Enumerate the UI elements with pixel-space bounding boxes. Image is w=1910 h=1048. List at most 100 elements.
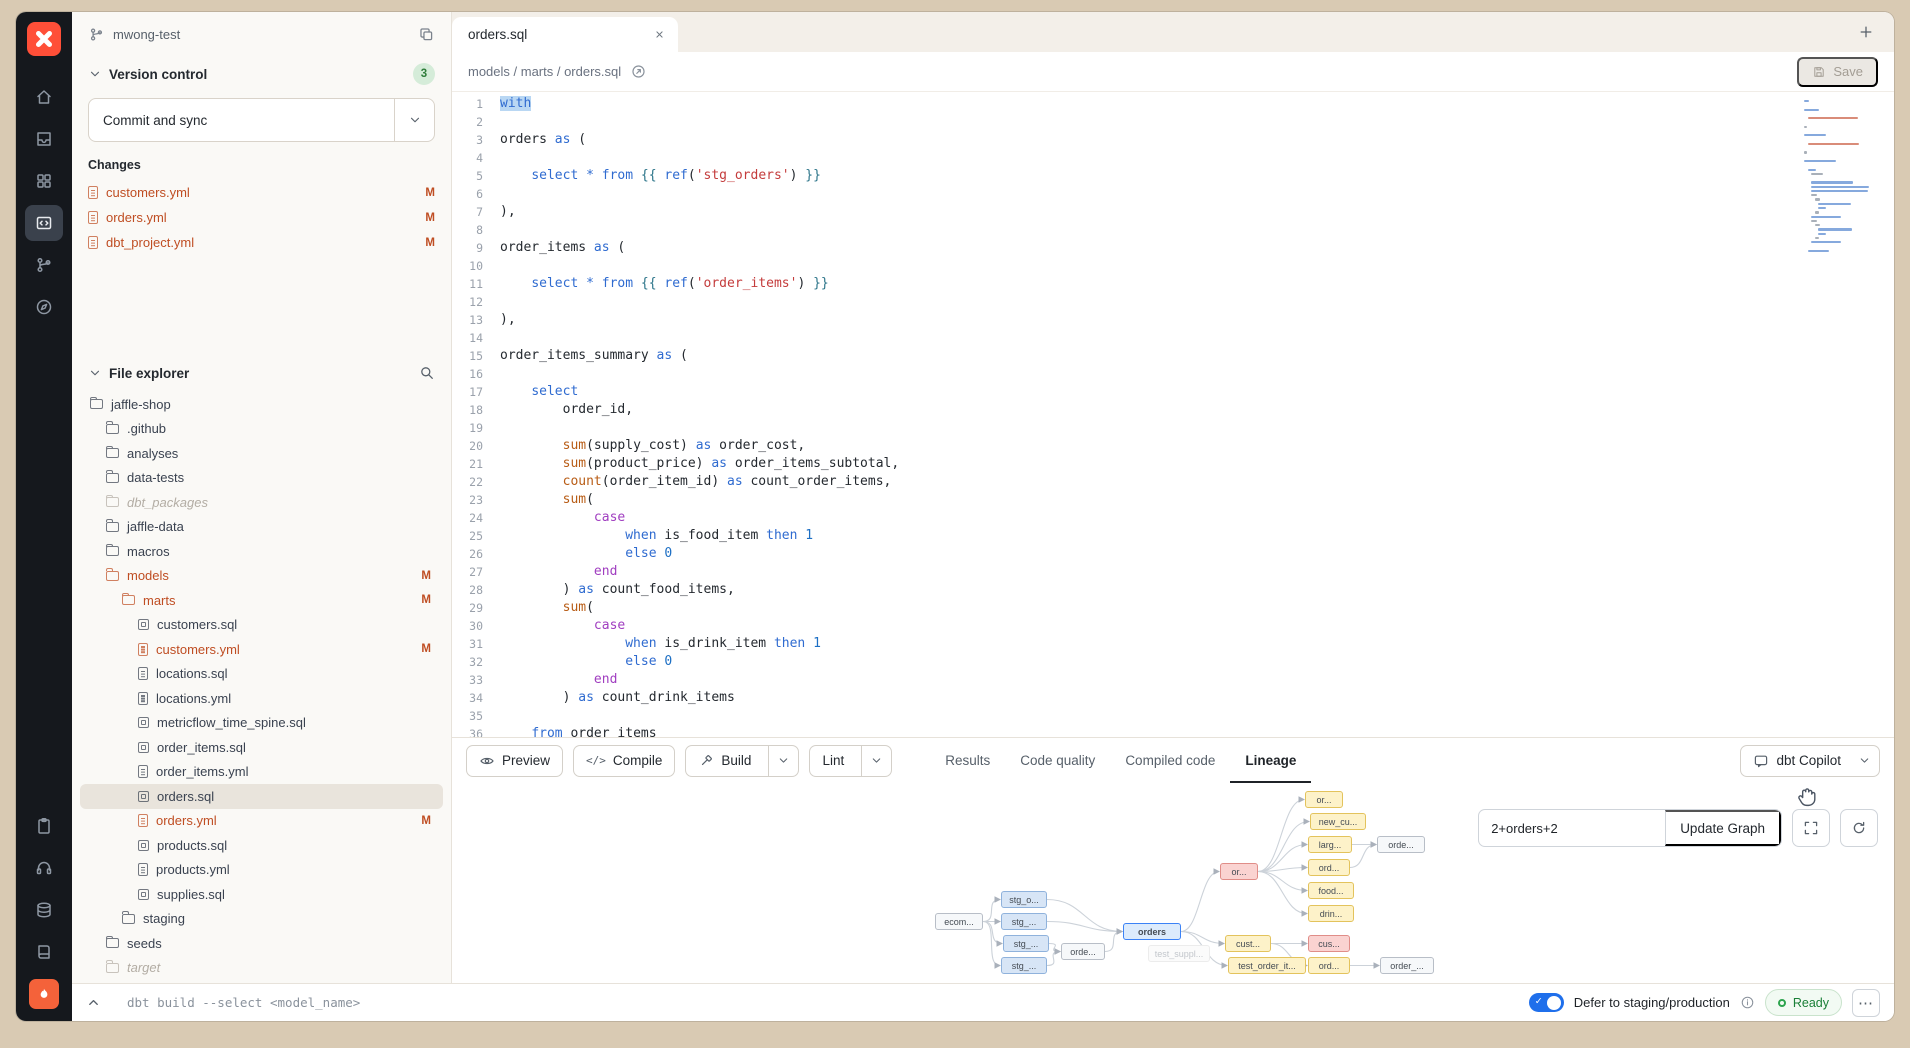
lineage-node-cus-[interactable]: cus... — [1308, 935, 1350, 952]
search-icon[interactable] — [419, 365, 435, 381]
tree-item-metricflow-time-spine-sql[interactable]: metricflow_time_spine.sql — [80, 711, 443, 736]
lineage-node-orde-[interactable]: orde... — [1377, 836, 1425, 853]
lineage-node-larg-[interactable]: larg... — [1308, 836, 1352, 853]
book-icon[interactable] — [25, 934, 63, 970]
tree-item-order-items-yml[interactable]: order_items.yml — [80, 760, 443, 785]
lineage-node-cust-[interactable]: cust... — [1225, 935, 1271, 952]
panel-tab-results[interactable]: Results — [930, 738, 1005, 783]
lineage-node-new-cu-[interactable]: new_cu... — [1310, 813, 1366, 830]
compile-button[interactable]: </> Compile — [573, 745, 675, 777]
tree-item-marts[interactable]: martsM — [80, 588, 443, 613]
code-line[interactable]: 25 when is_food_item then 1 — [452, 527, 1798, 545]
save-button[interactable]: Save — [1797, 57, 1878, 87]
tree-item-dbt-packages[interactable]: dbt_packages — [80, 490, 443, 515]
inbox-icon[interactable] — [25, 121, 63, 157]
more-options-button[interactable]: ⋯ — [1852, 989, 1880, 1017]
code-line[interactable]: 26 else 0 — [452, 545, 1798, 563]
lineage-node-ord-[interactable]: ord... — [1308, 859, 1350, 876]
lineage-node-or-[interactable]: or... — [1220, 863, 1258, 880]
code-line[interactable]: 10 — [452, 257, 1798, 275]
code-line[interactable]: 12 — [452, 293, 1798, 311]
tree-item-products-sql[interactable]: products.sql — [80, 833, 443, 858]
lineage-panel[interactable]: ecom...stg_o...stg_...stg_...stg_...orde… — [452, 783, 1894, 983]
code-line[interactable]: 4 — [452, 149, 1798, 167]
code-line[interactable]: 34 ) as count_drink_items — [452, 689, 1798, 707]
lineage-selector-input[interactable]: 2+orders+2 — [1479, 810, 1665, 846]
code-line[interactable]: 23 sum( — [452, 491, 1798, 509]
changed-file-row[interactable]: orders.ymlM — [88, 205, 435, 230]
code-line[interactable]: 8 — [452, 221, 1798, 239]
code-line[interactable]: 29 sum( — [452, 599, 1798, 617]
code-line[interactable]: 9order_items as ( — [452, 239, 1798, 257]
tree-item-jaffle-data[interactable]: jaffle-data — [80, 515, 443, 540]
code-line[interactable]: 13), — [452, 311, 1798, 329]
code-line[interactable]: 36 from order_items — [452, 725, 1798, 737]
lineage-node-stg-o-[interactable]: stg_o... — [1001, 891, 1047, 908]
tree-item-analyses[interactable]: analyses — [80, 441, 443, 466]
file-explorer-header[interactable]: File explorer — [72, 354, 451, 392]
code-line[interactable]: 20 sum(supply_cost) as order_cost, — [452, 437, 1798, 455]
close-tab-icon[interactable] — [653, 28, 666, 41]
code-line[interactable]: 30 case — [452, 617, 1798, 635]
open-in-docs-icon[interactable] — [630, 63, 647, 80]
lineage-node-orders[interactable]: orders — [1123, 923, 1181, 940]
tree-item--github[interactable]: .github — [80, 417, 443, 442]
code-line[interactable]: 18 order_id, — [452, 401, 1798, 419]
code-line[interactable]: 33 end — [452, 671, 1798, 689]
info-icon[interactable] — [1740, 995, 1755, 1010]
lint-button[interactable]: Lint — [809, 745, 892, 777]
lineage-node-test-suppl-[interactable]: test_suppl... — [1148, 945, 1210, 962]
tree-item-seeds[interactable]: seeds — [80, 931, 443, 956]
code-line[interactable]: 24 case — [452, 509, 1798, 527]
tree-item-models[interactable]: modelsM — [80, 564, 443, 589]
lineage-node-stg-[interactable]: stg_... — [1001, 957, 1047, 974]
lineage-node-food-[interactable]: food... — [1308, 882, 1354, 899]
commit-options-caret[interactable] — [394, 99, 434, 141]
tree-item-jaffle-shop[interactable]: jaffle-shop — [80, 392, 443, 417]
code-editor-icon[interactable] — [25, 205, 63, 241]
code-line[interactable]: 17 select — [452, 383, 1798, 401]
code-line[interactable]: 28 ) as count_food_items, — [452, 581, 1798, 599]
code-line[interactable]: 1with — [452, 95, 1798, 113]
tree-item-staging[interactable]: staging — [80, 907, 443, 932]
code-line[interactable]: 16 — [452, 365, 1798, 383]
code-line[interactable]: 27 end — [452, 563, 1798, 581]
code-line[interactable]: 14 — [452, 329, 1798, 347]
headset-icon[interactable] — [25, 850, 63, 886]
fullscreen-button[interactable] — [1792, 809, 1830, 847]
code-line[interactable]: 7), — [452, 203, 1798, 221]
dbt-copilot-button[interactable]: dbt Copilot — [1740, 745, 1880, 777]
panel-tab-lineage[interactable]: Lineage — [1230, 738, 1311, 783]
tree-item-macros[interactable]: macros — [80, 539, 443, 564]
defer-toggle[interactable]: ✓ — [1529, 993, 1564, 1012]
code-line[interactable]: 2 — [452, 113, 1798, 131]
code-line[interactable]: 31 when is_drink_item then 1 — [452, 635, 1798, 653]
lineage-node-or-[interactable]: or... — [1305, 791, 1343, 808]
changed-file-row[interactable]: customers.ymlM — [88, 180, 435, 205]
lineage-node-drin-[interactable]: drin... — [1308, 905, 1354, 922]
lineage-node-ecom-[interactable]: ecom... — [935, 913, 983, 930]
code-line[interactable]: 19 — [452, 419, 1798, 437]
tab-orders-sql[interactable]: orders.sql — [452, 17, 678, 52]
lineage-node-stg-[interactable]: stg_... — [1003, 935, 1049, 952]
build-options-caret[interactable] — [768, 746, 798, 776]
lineage-node-orde-[interactable]: orde... — [1061, 943, 1105, 960]
tree-item-supplies-sql[interactable]: supplies.sql — [80, 882, 443, 907]
tree-item-data-tests[interactable]: data-tests — [80, 466, 443, 491]
tree-item-customers-sql[interactable]: customers.sql — [80, 613, 443, 638]
copilot-caret[interactable] — [1858, 746, 1879, 776]
code-lines[interactable]: 1with23orders as (45 select * from {{ re… — [452, 92, 1798, 737]
code-line[interactable]: 11 select * from {{ ref('order_items') }… — [452, 275, 1798, 293]
tree-item-customers-yml[interactable]: customers.ymlM — [80, 637, 443, 662]
clipboard-icon[interactable] — [25, 808, 63, 844]
code-line[interactable]: 3orders as ( — [452, 131, 1798, 149]
code-editor[interactable]: 1with23orders as (45 select * from {{ re… — [452, 92, 1894, 737]
minimap[interactable] — [1798, 92, 1894, 737]
changed-file-row[interactable]: dbt_project.ymlM — [88, 230, 435, 255]
tree-item-orders-yml[interactable]: orders.ymlM — [80, 809, 443, 834]
code-line[interactable]: 6 — [452, 185, 1798, 203]
tree-item-locations-sql[interactable]: locations.sql — [80, 662, 443, 687]
database-icon[interactable] — [25, 892, 63, 928]
version-control-header[interactable]: Version control 3 — [88, 56, 435, 92]
git-branch-icon[interactable] — [25, 247, 63, 283]
